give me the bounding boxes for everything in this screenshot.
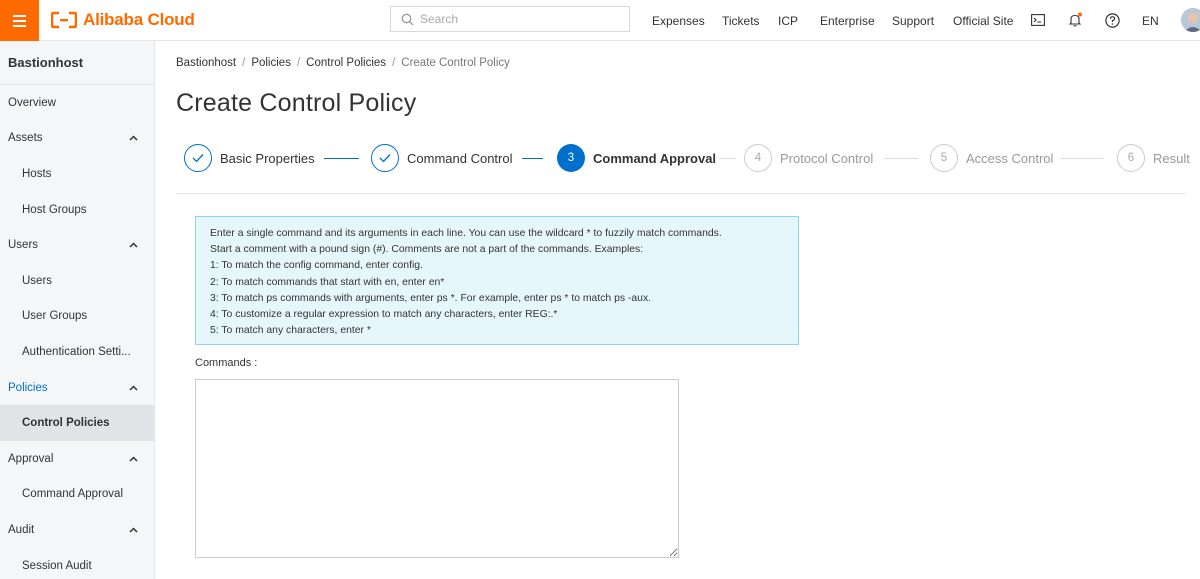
brand-name: Alibaba Cloud: [83, 10, 195, 29]
sidebar-item-label: Overview: [8, 96, 56, 109]
sidebar-group-approval[interactable]: Approval: [0, 441, 154, 477]
nav-official-site[interactable]: Official Site: [953, 14, 1013, 28]
step-connector: [884, 158, 918, 159]
alibaba-cloud-logo[interactable]: Alibaba Cloud: [51, 10, 195, 30]
step-label: Command Control: [407, 150, 513, 166]
sidebar-group-users[interactable]: Users: [0, 227, 154, 263]
step-wizard: Basic Properties Command Control 3 Comma…: [184, 144, 1200, 176]
breadcrumb-current: Create Control Policy: [401, 57, 510, 69]
page-title: Create Control Policy: [176, 89, 417, 117]
nav-tickets[interactable]: Tickets: [722, 14, 760, 28]
step-basic-properties: Basic Properties: [184, 144, 315, 172]
sidebar-item-label: Approval: [8, 452, 54, 465]
step-connector: [1061, 158, 1103, 159]
language-switch[interactable]: EN: [1142, 14, 1159, 28]
sidebar-item-label: Host Groups: [22, 203, 87, 216]
search-box[interactable]: [390, 6, 630, 32]
sidebar-item-label: User Groups: [22, 310, 88, 323]
sidebar-item-host-groups[interactable]: Host Groups: [0, 192, 154, 228]
sidebar-group-audit[interactable]: Audit: [0, 512, 154, 548]
step-number: 4: [744, 144, 772, 172]
sidebar-item-authentication-settings[interactable]: Authentication Setti...: [0, 334, 154, 370]
sidebar-group-policies[interactable]: Policies: [0, 370, 154, 406]
step-number: 5: [930, 144, 958, 172]
breadcrumb-control-policies[interactable]: Control Policies: [306, 57, 386, 69]
step-connector: [522, 158, 543, 159]
sidebar-item-command-approval[interactable]: Command Approval: [0, 477, 154, 513]
tip-box: Enter a single command and its arguments…: [195, 216, 799, 345]
main-content: Bastionhost / Policies / Control Policie…: [155, 41, 1200, 579]
step-access-control: 5 Access Control: [930, 144, 1053, 172]
step-label: Command Approval: [593, 150, 717, 166]
help-icon[interactable]: [1103, 11, 1121, 29]
sidebar-item-overview[interactable]: Overview: [0, 85, 154, 121]
sidebar-item-label: Policies: [8, 381, 48, 394]
breadcrumb-bastionhost[interactable]: Bastionhost: [176, 57, 236, 69]
nav-enterprise[interactable]: Enterprise: [820, 14, 875, 28]
breadcrumb-separator: /: [242, 57, 246, 69]
chevron-up-icon: [128, 383, 138, 393]
divider: [176, 193, 1186, 194]
step-command-control: Command Control: [371, 144, 513, 172]
sidebar-item-hosts[interactable]: Hosts: [0, 156, 154, 192]
step-command-approval: 3 Command Approval: [557, 144, 716, 172]
tip-line: Enter a single command and its arguments…: [210, 228, 722, 239]
breadcrumb-separator: /: [392, 57, 396, 69]
nav-expenses[interactable]: Expenses: [652, 14, 705, 28]
sidebar-item-control-policies[interactable]: Control Policies: [0, 405, 154, 441]
step-number: 6: [1117, 144, 1145, 172]
top-bar: Alibaba Cloud Expenses Tickets ICP Enter…: [0, 0, 1200, 41]
check-icon: [371, 144, 399, 172]
sidebar-item-users[interactable]: Users: [0, 263, 154, 299]
step-label: Protocol Control: [780, 150, 874, 166]
search-icon: [401, 13, 414, 25]
tip-line: 2: To match commands that start with en,…: [210, 276, 445, 288]
tip-line: 5: To match any characters, enter *: [210, 325, 371, 337]
step-label: Result: [1153, 150, 1190, 166]
chevron-up-icon: [128, 240, 138, 250]
step-connector: [718, 158, 736, 159]
user-avatar[interactable]: [1181, 8, 1200, 32]
chevron-up-icon: [128, 454, 138, 464]
sidebar-title: Bastionhost: [0, 41, 154, 85]
sidebar-item-session-audit[interactable]: Session Audit: [0, 548, 154, 579]
nav-icp[interactable]: ICP: [778, 14, 798, 28]
nav-support[interactable]: Support: [892, 14, 934, 28]
breadcrumb: Bastionhost / Policies / Control Policie…: [176, 57, 510, 69]
step-label: Basic Properties: [220, 150, 315, 166]
tip-line: 3: To match ps commands with arguments, …: [210, 292, 652, 304]
alibaba-logo-icon: [51, 11, 77, 29]
sidebar-group-assets[interactable]: Assets: [0, 121, 154, 157]
step-label: Access Control: [966, 150, 1054, 166]
tip-line: 4: To customize a regular expression to …: [210, 309, 558, 321]
sidebar-item-label: Hosts: [22, 167, 52, 180]
search-input[interactable]: [420, 12, 610, 26]
commands-textarea[interactable]: [195, 379, 679, 558]
sidebar-item-label: Users: [22, 274, 53, 287]
check-icon: [184, 144, 212, 172]
sidebar-item-label: Audit: [8, 523, 35, 536]
terminal-icon[interactable]: [1029, 11, 1047, 29]
sidebar-item-label: Control Policies: [22, 417, 110, 430]
step-protocol-control: 4 Protocol Control: [744, 144, 873, 172]
breadcrumb-separator: /: [296, 57, 301, 69]
menu-icon[interactable]: [0, 0, 39, 41]
sidebar-item-user-groups[interactable]: User Groups: [0, 299, 154, 335]
sidebar-item-label: Command Approval: [22, 488, 123, 501]
breadcrumb-policies[interactable]: Policies: [251, 57, 291, 69]
step-result: 6 Result: [1117, 144, 1190, 172]
step-number: 3: [557, 144, 585, 172]
chevron-up-icon: [128, 525, 138, 535]
chevron-up-icon: [128, 133, 138, 143]
sidebar-item-label: Authentication Setti...: [22, 345, 131, 358]
step-connector: [324, 158, 359, 159]
sidebar-item-label: Session Audit: [22, 559, 92, 572]
sidebar-item-label: Assets: [8, 132, 43, 145]
tip-line: 1: To match the config command, enter co…: [210, 260, 423, 272]
commands-label: Commands :: [195, 357, 258, 369]
sidebar-item-label: Users: [8, 239, 39, 252]
tip-line: Start a comment with a pound sign (#). C…: [210, 244, 644, 256]
notification-bell-icon[interactable]: [1066, 11, 1084, 29]
sidebar: Bastionhost Overview Assets Hosts Host G…: [0, 41, 155, 579]
